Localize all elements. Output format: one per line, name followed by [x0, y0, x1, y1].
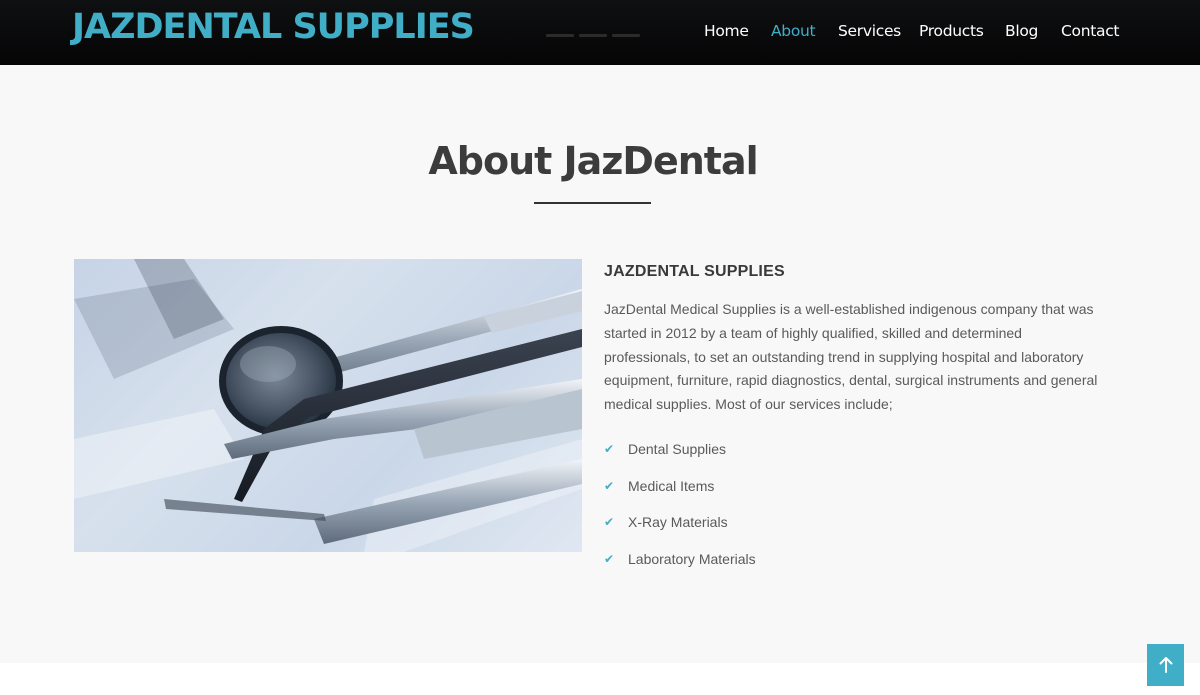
- check-icon: ✔: [604, 478, 615, 493]
- list-item: ✔ Laboratory Materials: [604, 551, 756, 588]
- section-title: About JazDental: [428, 139, 758, 183]
- nav-services[interactable]: Services: [838, 22, 901, 40]
- service-label: Laboratory Materials: [628, 550, 756, 567]
- nav-home[interactable]: Home: [704, 22, 749, 40]
- nav-contact[interactable]: Contact: [1061, 22, 1120, 40]
- services-list: ✔ Dental Supplies ✔ Medical Items ✔ X-Ra…: [604, 441, 756, 587]
- list-item: ✔ Dental Supplies: [604, 441, 756, 478]
- title-underline: [534, 202, 651, 204]
- company-subtitle: JAZDENTAL SUPPLIES: [604, 263, 785, 280]
- about-description: JazDental Medical Supplies is a well-est…: [604, 301, 1098, 413]
- service-label: X-Ray Materials: [628, 514, 728, 530]
- check-icon: ✔: [604, 442, 615, 456]
- list-item: ✔ Medical Items: [604, 478, 756, 515]
- about-section: About JazDental JAZDENTAL SUPPLIES JazDe…: [0, 65, 1200, 663]
- top-navbar: JAZDENTAL SUPPLIES Home About Services P…: [0, 0, 1200, 65]
- service-label: Medical Items: [628, 477, 715, 494]
- main-nav: Home About Services Products Blog Contac…: [0, 0, 1200, 65]
- nav-products[interactable]: Products: [919, 22, 984, 40]
- dental-instruments-illustration: [74, 259, 582, 552]
- dental-instruments-image: [74, 259, 582, 552]
- scroll-to-top-button[interactable]: [1147, 644, 1184, 686]
- service-label: Dental Supplies: [628, 441, 727, 457]
- arrow-up-icon: [1159, 657, 1172, 673]
- nav-about[interactable]: About: [771, 22, 816, 40]
- list-item: ✔ X-Ray Materials: [604, 514, 756, 551]
- nav-blog[interactable]: Blog: [1005, 22, 1038, 40]
- check-icon: ✔: [604, 551, 615, 566]
- check-icon: ✔: [604, 515, 615, 529]
